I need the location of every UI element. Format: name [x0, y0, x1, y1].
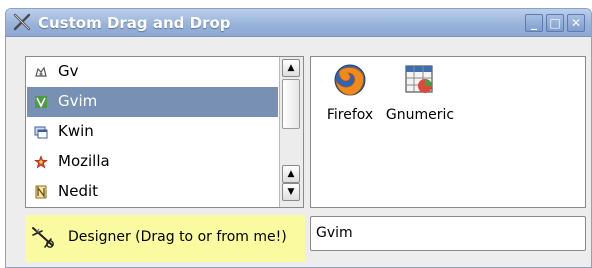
designer-drag-area[interactable]: Designer (Drag to or from me!)	[25, 215, 305, 262]
list-item-label: Mozilla	[58, 152, 110, 170]
nedit-icon	[35, 185, 47, 199]
title-bar[interactable]: Custom Drag and Drop _ □ ✕	[6, 9, 591, 37]
gv-icon	[35, 66, 47, 77]
list-vertical-scrollbar[interactable]: ▲ ▲ ▼	[279, 57, 303, 207]
designer-label: Designer (Drag to or from me!)	[68, 229, 287, 245]
selected-app-text-field[interactable]: Gvim	[310, 216, 586, 251]
kwin-icon	[34, 126, 48, 139]
list-item-gvim[interactable]: Gvim	[27, 87, 278, 117]
list-item-label: Nedit	[58, 182, 99, 200]
scroll-down-button[interactable]: ▼	[282, 183, 300, 201]
list-item-mozilla[interactable]: Mozilla	[27, 147, 278, 177]
maximize-button[interactable]: □	[546, 14, 564, 32]
designer-icon	[32, 227, 54, 248]
scroll-thumb[interactable]	[282, 79, 300, 129]
scroll-up-button-bottom[interactable]: ▲	[282, 165, 300, 183]
text-field-value: Gvim	[316, 225, 353, 241]
application-listbox[interactable]: Gv Gvim Kwin Mozilla Nedit ▲ ▲ ▼	[25, 56, 304, 208]
firefox-icon	[334, 64, 366, 96]
list-item-nedit[interactable]: Nedit	[27, 177, 278, 207]
gnumeric-icon	[405, 65, 433, 93]
icon-item-firefox[interactable]: Firefox	[315, 57, 385, 129]
icon-item-label: Firefox	[326, 107, 374, 123]
list-item-label: Gv	[58, 62, 79, 80]
app-window: Custom Drag and Drop _ □ ✕ Gv Gvim Kwin …	[5, 8, 592, 268]
icon-item-label: Gnumeric	[385, 107, 455, 123]
gvim-icon	[35, 96, 47, 108]
icon-item-gnumeric[interactable]: Gnumeric	[385, 57, 455, 129]
icon-view-drop-target[interactable]: Firefox Gnumeric	[310, 56, 586, 208]
list-item-label: Kwin	[58, 122, 94, 140]
list-item-label: Gvim	[58, 92, 98, 110]
app-x-icon	[13, 13, 31, 31]
list-item-gv[interactable]: Gv	[27, 57, 278, 87]
window-title: Custom Drag and Drop	[38, 14, 231, 32]
minimize-button[interactable]: _	[525, 14, 543, 32]
list-item-kwin[interactable]: Kwin	[27, 117, 278, 147]
close-button[interactable]: ✕	[567, 14, 585, 32]
mozilla-icon	[34, 155, 48, 169]
scroll-up-button[interactable]: ▲	[282, 59, 300, 77]
